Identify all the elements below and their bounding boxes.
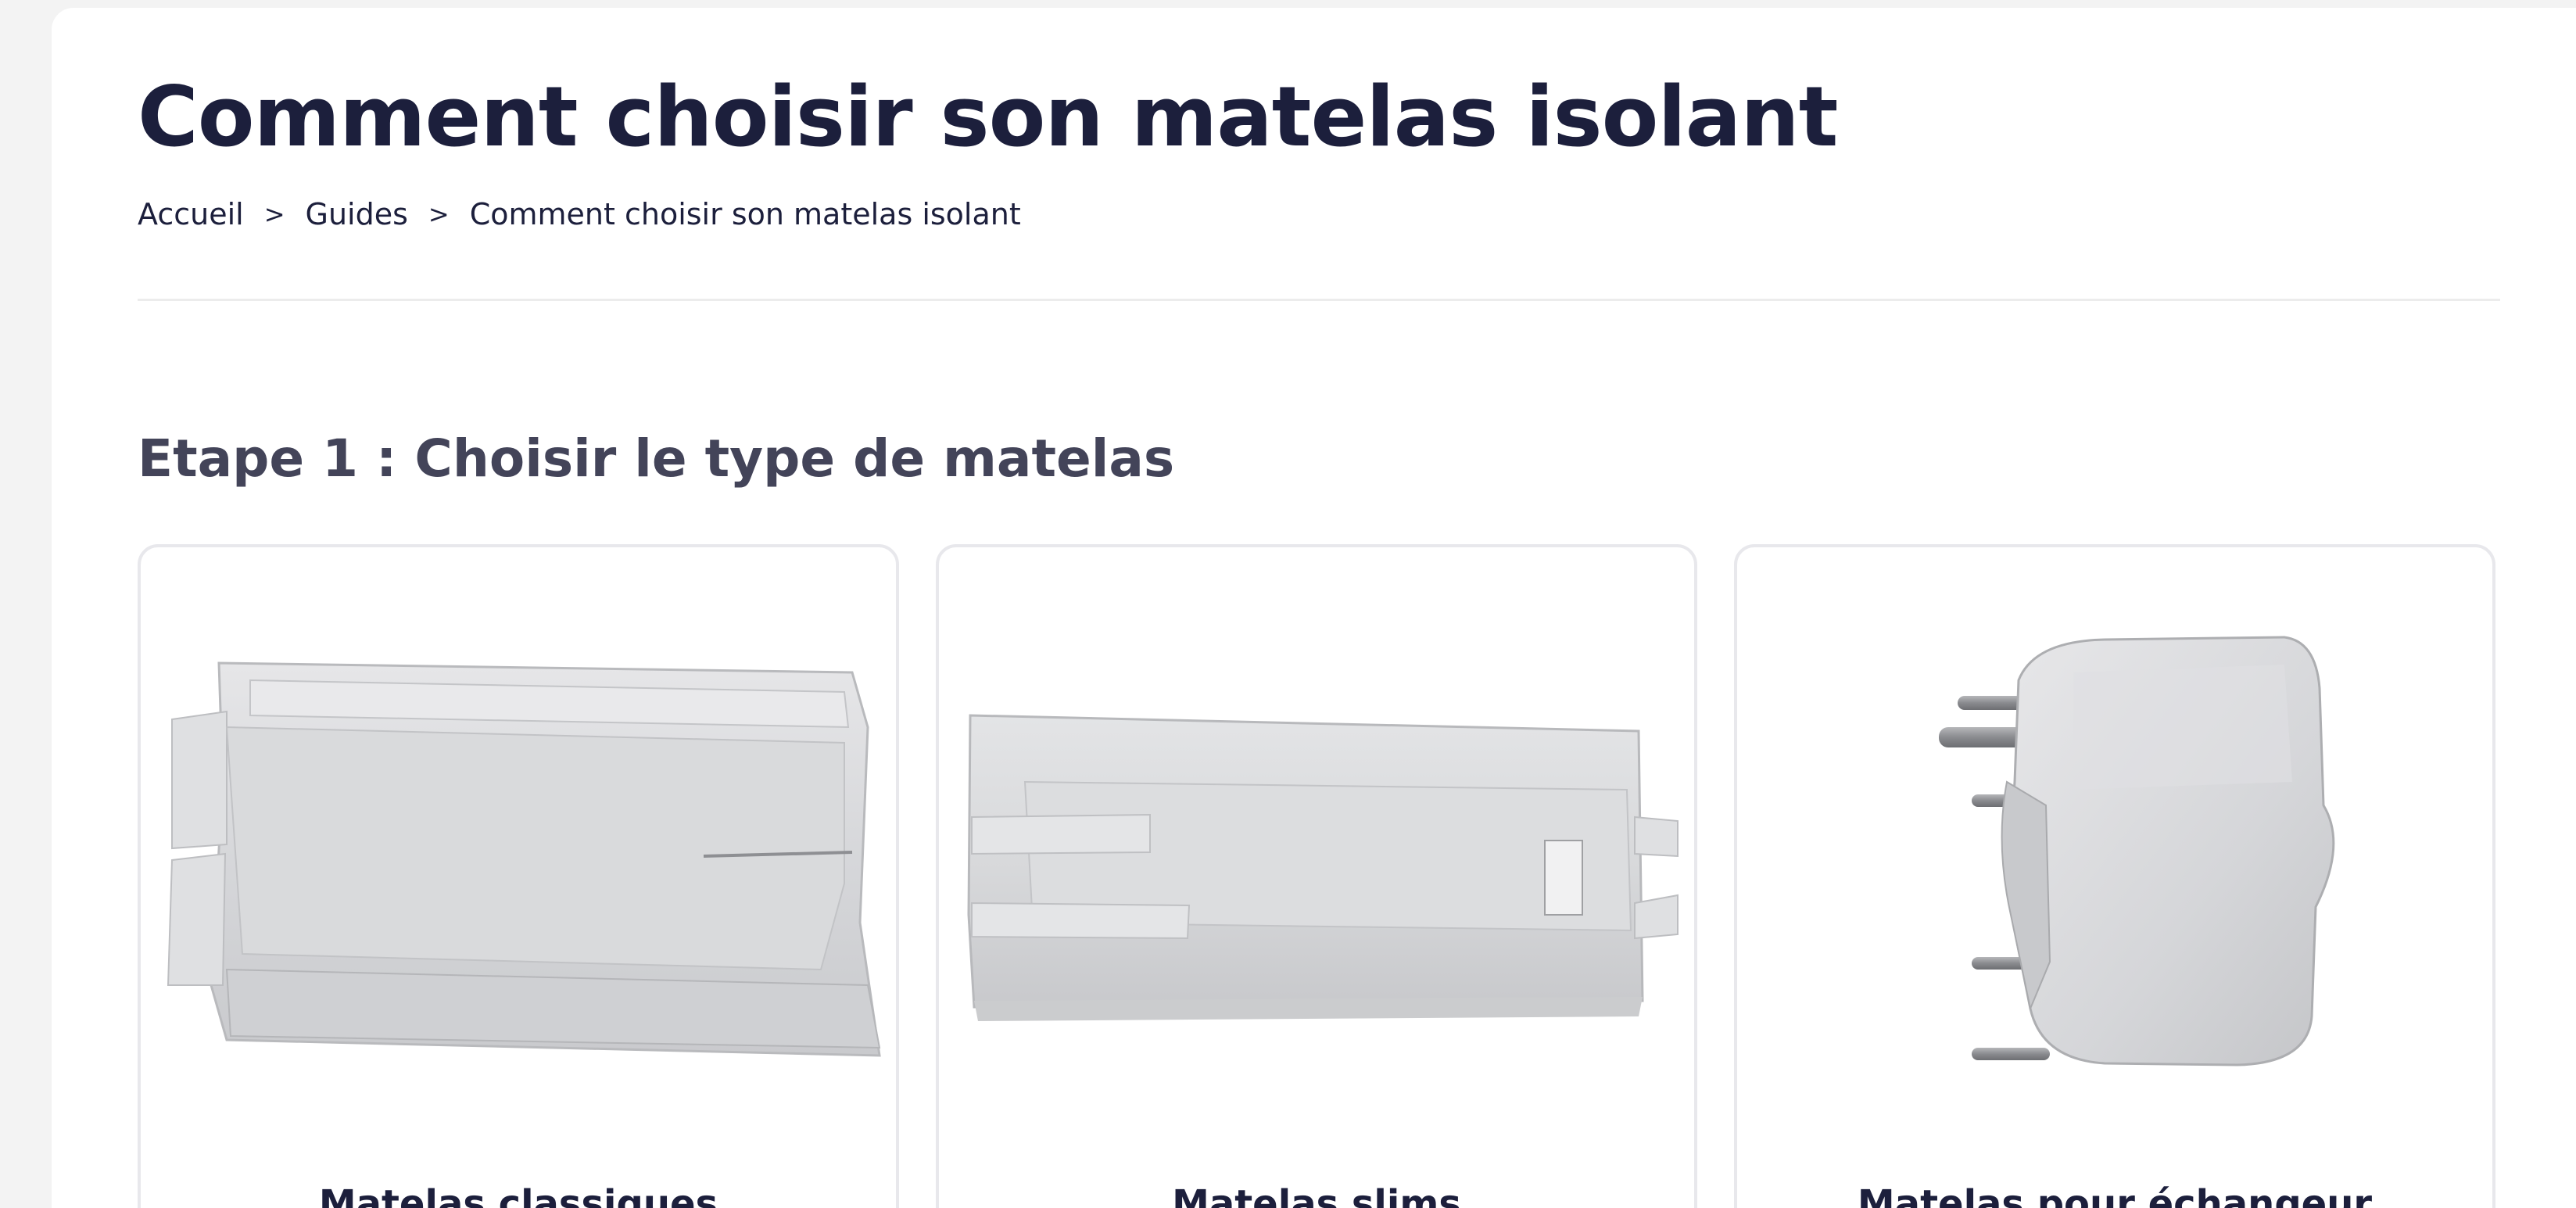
breadcrumb-separator-icon: > xyxy=(428,199,450,229)
card-label: Matelas slims xyxy=(1172,1182,1461,1208)
card-matelas-echangeur[interactable]: Matelas pour échangeur xyxy=(1734,544,2495,1208)
breadcrumb-item-current: Comment choisir son matelas isolant xyxy=(469,197,1021,231)
content-panel: Comment choisir son matelas isolant Accu… xyxy=(52,8,2576,1208)
card-label: Matelas pour échangeur xyxy=(1857,1182,2373,1208)
divider xyxy=(138,299,2500,301)
breadcrumb: Accueil > Guides > Comment choisir son m… xyxy=(138,197,1021,231)
card-label: Matelas classiques xyxy=(318,1182,718,1208)
breadcrumb-item-home[interactable]: Accueil xyxy=(138,197,244,231)
step-title: Etape 1 : Choisir le type de matelas xyxy=(138,428,1175,489)
blanket-slim-image xyxy=(967,714,1679,1021)
heat-exchanger-cover-image xyxy=(1939,636,2335,1066)
page-title: Comment choisir son matelas isolant xyxy=(138,69,1838,165)
breadcrumb-item-guides[interactable]: Guides xyxy=(306,197,408,231)
blanket-flat-image xyxy=(167,661,881,1057)
card-matelas-slims[interactable]: Matelas slims xyxy=(936,544,1697,1208)
breadcrumb-separator-icon: > xyxy=(263,199,285,229)
card-matelas-classiques[interactable]: Matelas classiques xyxy=(138,544,899,1208)
